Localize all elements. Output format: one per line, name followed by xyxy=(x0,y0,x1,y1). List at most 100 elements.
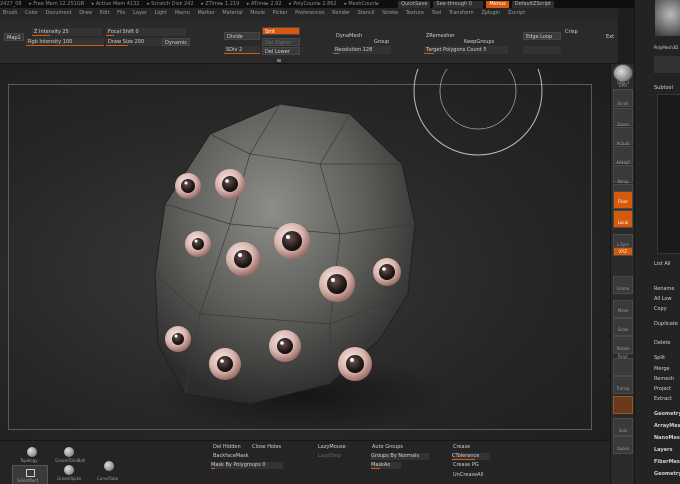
transp-button[interactable] xyxy=(613,376,633,394)
menu-zplugin[interactable]: Zplugin xyxy=(481,10,500,16)
lazystep-slider[interactable]: LazyStep xyxy=(318,453,341,460)
curvetube-brush-icon[interactable] xyxy=(104,461,114,471)
menu-marker[interactable]: Marker xyxy=(197,10,214,16)
z-intensity-slider[interactable]: Z Intensity 25 xyxy=(32,28,102,36)
canvas-viewport[interactable] xyxy=(0,64,610,440)
subtool-header[interactable]: Subtool xyxy=(654,84,680,92)
keepgroups-button[interactable]: KeepGroups xyxy=(462,38,496,46)
dynamic-button[interactable]: Dynamic xyxy=(162,38,191,46)
crease-button[interactable]: Crease xyxy=(453,444,470,451)
menus-button[interactable]: Menus xyxy=(486,0,509,8)
mask-by-polygroups-slider[interactable]: Mask By Polygroups 0 xyxy=(211,462,283,469)
local-button[interactable] xyxy=(613,210,633,228)
menu-movie[interactable]: Movie xyxy=(250,10,265,16)
rotate-button[interactable] xyxy=(613,336,633,354)
close-holes-button[interactable]: Close Holes xyxy=(252,444,281,451)
divide-button[interactable]: Divide xyxy=(224,32,260,40)
menu-zscript[interactable]: Zscript xyxy=(508,10,525,16)
groomtotalball-brush-icon[interactable] xyxy=(64,447,74,457)
menu-file[interactable]: File xyxy=(117,10,125,16)
default-zscript-button[interactable]: DefaultZScript xyxy=(511,0,554,8)
rename-button[interactable]: Rename xyxy=(654,285,680,293)
lazymouse-button[interactable]: LazyMouse xyxy=(318,444,346,451)
mask-ao-slider[interactable]: MaskAo xyxy=(371,462,401,469)
resolution-slider[interactable]: Resolution 128 xyxy=(333,46,391,54)
menu-preferences[interactable]: Preferences xyxy=(295,10,324,16)
menu-document[interactable]: Document xyxy=(46,10,72,16)
draw-size-slider[interactable]: Draw Size 200 xyxy=(106,38,162,46)
status-item: 2427_08 xyxy=(0,1,22,7)
menu-transform[interactable]: Transform xyxy=(449,10,474,16)
menu-picker[interactable]: Picker xyxy=(273,10,288,16)
extract-button[interactable]: Extract xyxy=(654,395,680,403)
frame-button[interactable] xyxy=(613,276,633,294)
geometry-hd-header[interactable]: Geometry HD xyxy=(654,470,680,478)
edge-loop-button[interactable]: Edge Loop xyxy=(523,32,561,40)
backfacemask-button[interactable]: BackfaceMask xyxy=(213,453,249,460)
remesh-button[interactable]: Remesh xyxy=(654,375,680,383)
selectrect-button[interactable]: SelectRect xyxy=(12,465,48,484)
crease-pg-button[interactable]: Crease PG xyxy=(453,462,479,469)
groomtotalball-label: GroomTotalBall xyxy=(55,458,86,463)
list-all-button[interactable]: List All xyxy=(654,260,680,268)
menu-texture[interactable]: Texture xyxy=(406,10,424,16)
spix-label: SPix 3 xyxy=(616,80,630,85)
nanomesh-header[interactable]: NanoMesh xyxy=(654,434,680,442)
group-button[interactable]: Group xyxy=(372,38,391,46)
subtool-list[interactable] xyxy=(657,94,680,254)
rgb-intensity-slider[interactable]: Rgb Intensity 100 xyxy=(26,38,104,46)
menu-brush[interactable]: Brush xyxy=(3,10,17,16)
menu-light[interactable]: Light xyxy=(155,10,167,16)
polyf-button[interactable] xyxy=(613,358,633,376)
del-hidden-button[interactable]: Del Hidden xyxy=(213,444,241,451)
zremesher-button[interactable]: ZRemesher xyxy=(424,32,457,40)
ghost-button[interactable] xyxy=(613,396,633,414)
ctolerance-slider[interactable]: CTolerance xyxy=(452,453,490,460)
merge-button[interactable]: Merge xyxy=(654,365,680,373)
sdiv-slider[interactable]: SDiv 2 xyxy=(224,46,260,54)
tool-thumbnail[interactable] xyxy=(655,0,680,36)
edge-loop-slider[interactable] xyxy=(523,46,561,54)
quicksave-button[interactable]: QuickSave xyxy=(398,0,431,8)
crisp-button[interactable]: Crisp xyxy=(563,28,580,36)
geometry-header[interactable]: Geometry xyxy=(654,410,680,418)
menu-stroke[interactable]: Stroke xyxy=(382,10,398,16)
dynamesh-button[interactable]: DynaMesh xyxy=(334,32,364,40)
menu-render[interactable]: Render xyxy=(332,10,350,16)
project-button[interactable]: Project xyxy=(654,385,680,393)
menu-stencil[interactable]: Stencil xyxy=(358,10,375,16)
menu-tool[interactable]: Tool xyxy=(432,10,442,16)
groups-by-normals-slider[interactable]: Groups By Normals xyxy=(371,453,429,460)
all-low-button[interactable]: All Low xyxy=(654,295,680,303)
layers-header[interactable]: Layers xyxy=(654,446,680,454)
seethrough-slider[interactable]: See-through 0 xyxy=(433,0,484,8)
copy-button[interactable]: Copy xyxy=(654,305,680,313)
split-button[interactable]: Split xyxy=(654,354,680,362)
focal-shift-slider[interactable]: Focal Shift 0 xyxy=(106,28,186,36)
arraymesh-header[interactable]: ArrayMesh xyxy=(654,422,680,430)
xpose-button[interactable] xyxy=(613,436,633,454)
duplicate-button[interactable]: Duplicate xyxy=(654,320,680,328)
groomspike-brush-icon[interactable] xyxy=(64,465,74,475)
del-higher-button[interactable]: Del Higher xyxy=(262,38,300,46)
fibermesh-header[interactable]: FiberMesh xyxy=(654,458,680,466)
menu-layer[interactable]: Layer xyxy=(133,10,147,16)
solo-button[interactable] xyxy=(613,418,633,436)
uncrease-all-button[interactable]: UnCreaseAll xyxy=(453,472,483,479)
smt-button[interactable]: Smt xyxy=(262,27,300,35)
menu-material[interactable]: Material xyxy=(222,10,242,16)
menu-draw[interactable]: Draw xyxy=(79,10,92,16)
ext-button[interactable]: Ext xyxy=(604,33,616,41)
shelf-divider-handle[interactable] xyxy=(277,59,281,62)
topology-brush-icon[interactable] xyxy=(27,447,37,457)
menu-edit[interactable]: Edit xyxy=(100,10,110,16)
map-button[interactable]: Map1 xyxy=(4,33,24,41)
sculpt-mesh[interactable] xyxy=(140,94,440,434)
delete-button[interactable]: Delete xyxy=(654,339,680,347)
menu-macro[interactable]: Macro xyxy=(175,10,190,16)
tool-thumb-2[interactable] xyxy=(654,56,680,73)
menu-color[interactable]: Color xyxy=(25,10,38,16)
target-polygons-slider[interactable]: Target Polygons Count 5 xyxy=(424,46,508,54)
auto-groups-button[interactable]: Auto Groups xyxy=(372,444,403,451)
del-lower-button[interactable]: Del Lower xyxy=(262,47,300,55)
